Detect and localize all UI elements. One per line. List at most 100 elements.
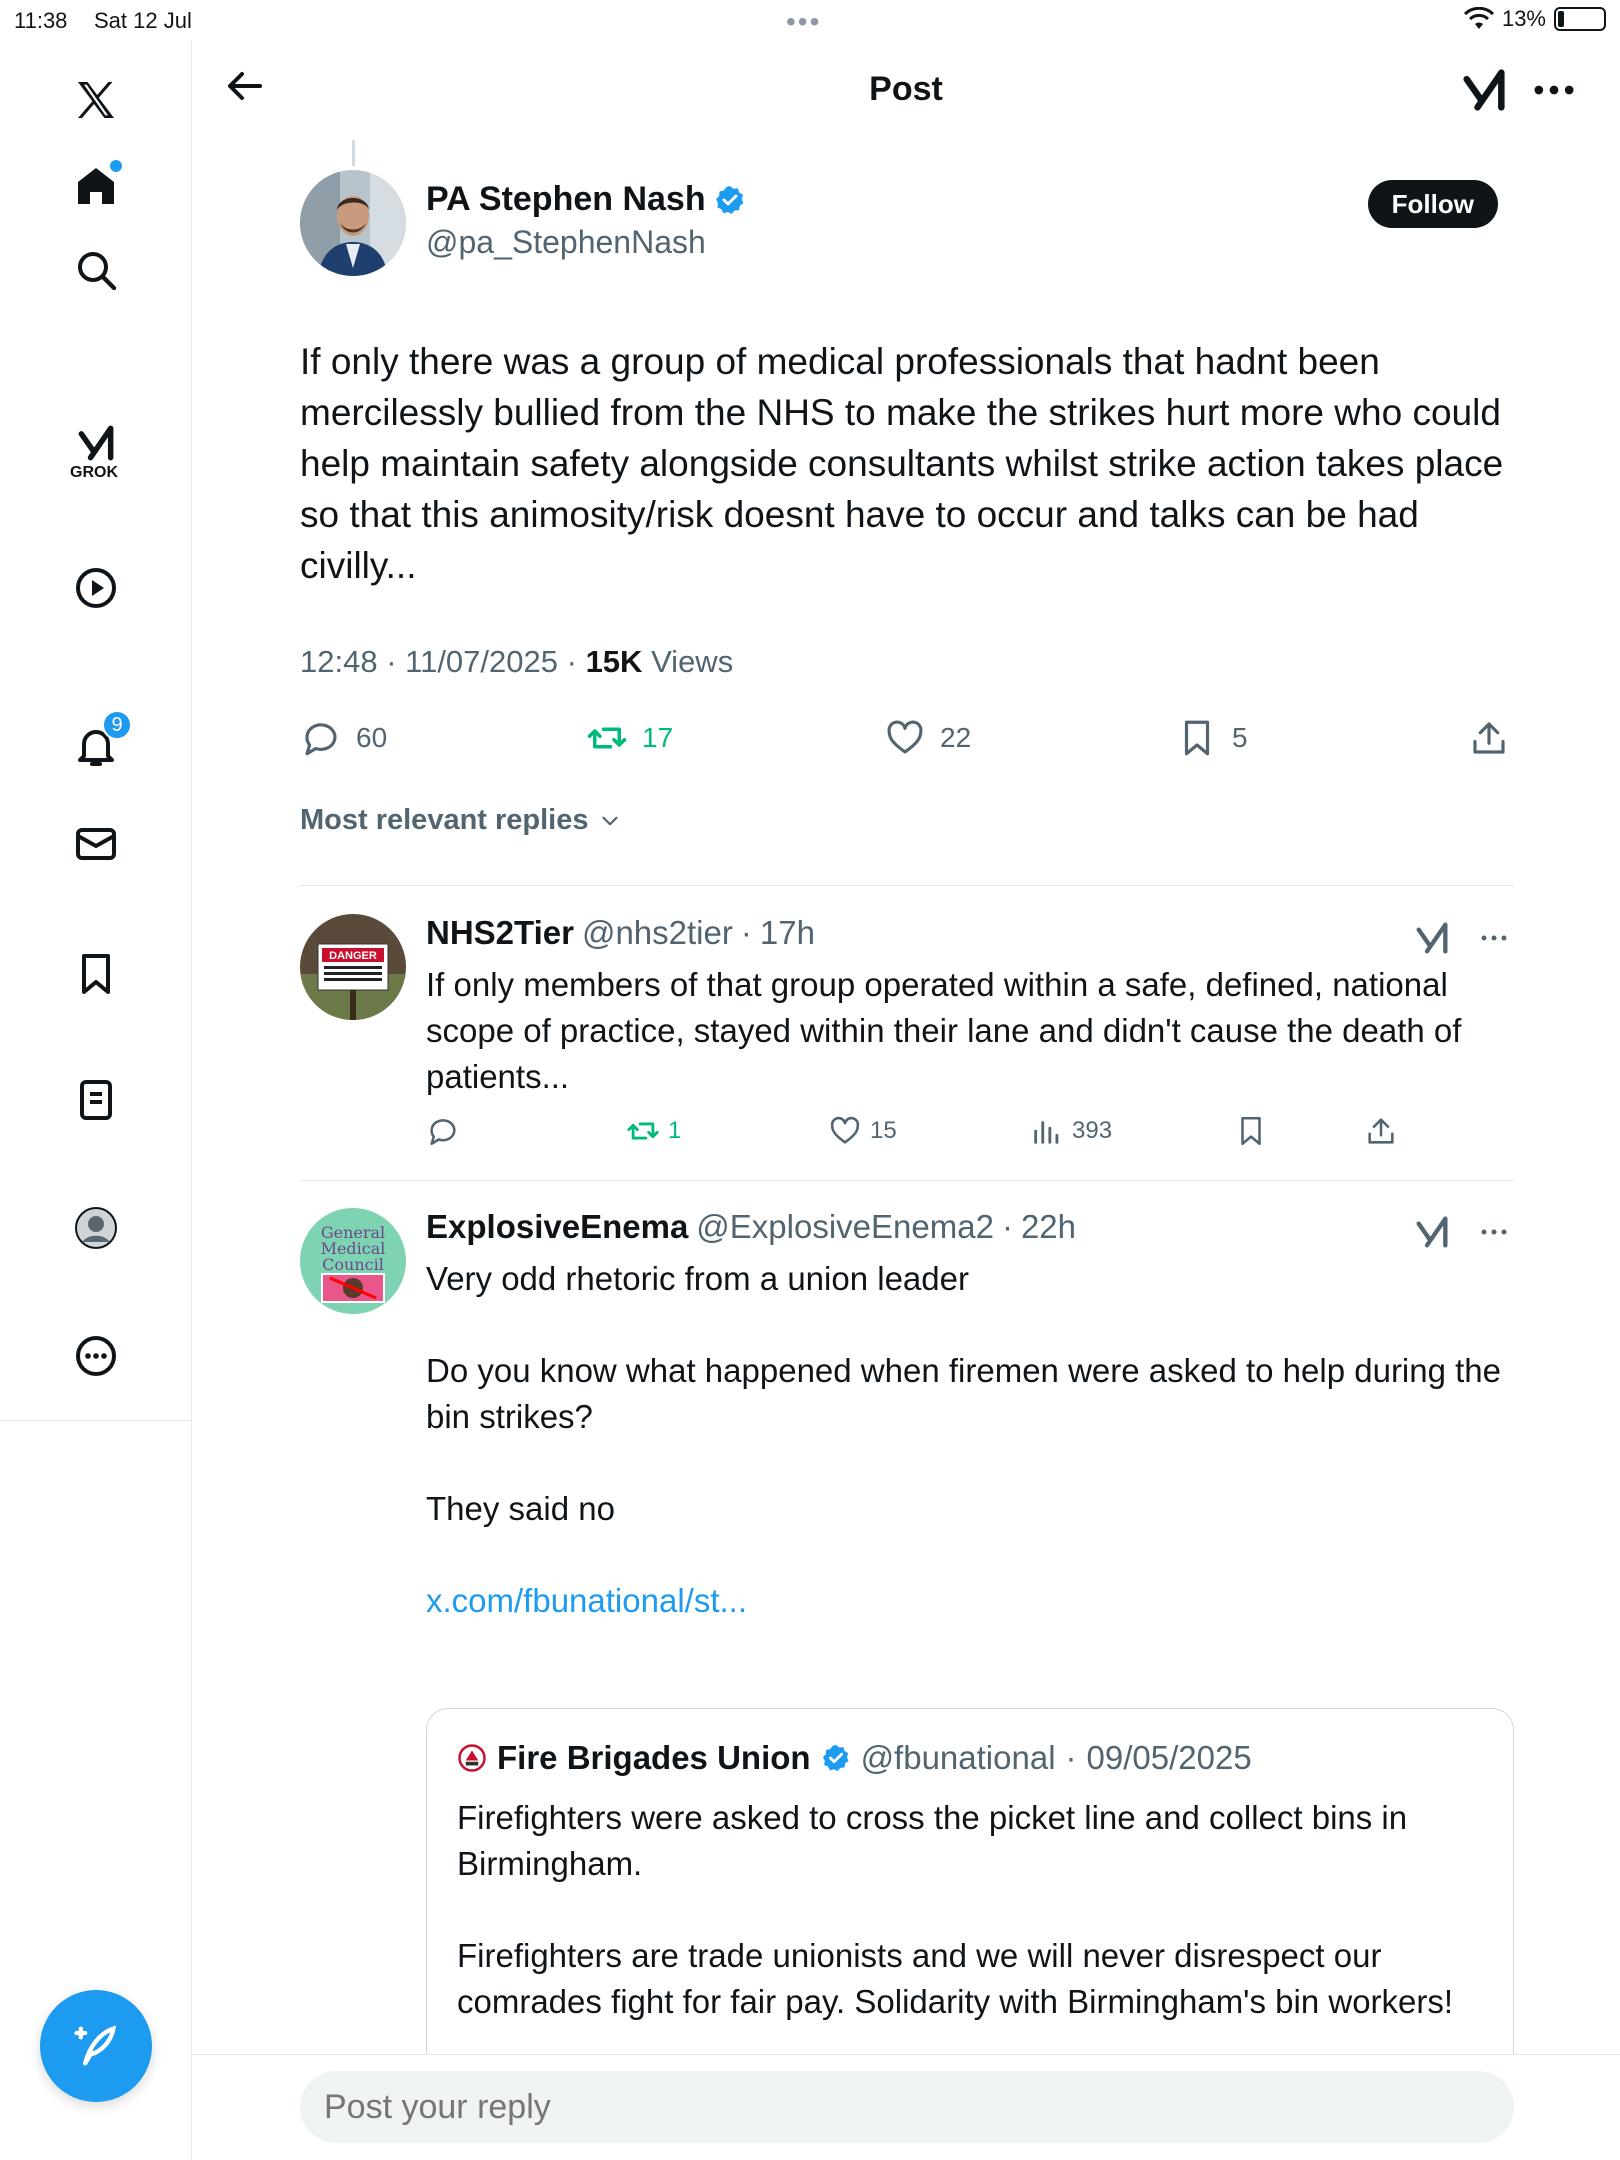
compose-post-button[interactable]	[40, 1990, 152, 2102]
repost-button[interactable]: 1	[626, 1114, 681, 1148]
wifi-icon	[1463, 7, 1494, 29]
sort-label-text: Most relevant replies	[300, 804, 589, 836]
reply-button[interactable]: 60	[300, 708, 387, 768]
thread-line	[352, 140, 355, 166]
reply-tools	[1412, 1212, 1514, 1252]
author-handle[interactable]: @pa_StephenNash	[426, 224, 706, 261]
like-button[interactable]: 15	[828, 1114, 897, 1148]
post-actions: 60 17 22 5	[300, 708, 1514, 768]
bookmark-count: 5	[1232, 722, 1248, 753]
author-avatar[interactable]	[300, 170, 406, 276]
x-logo-icon[interactable]	[66, 70, 126, 130]
reply-author-handle[interactable]: @ExplosiveEnema2	[696, 1208, 994, 1246]
views-count: 393	[1072, 1117, 1113, 1144]
messages-envelope-icon[interactable]	[66, 814, 126, 874]
reply-link[interactable]: x.com/fbunational/st...	[426, 1578, 1516, 1624]
post-meta: 12:48 · 11/07/2025 · 15K Views	[300, 644, 734, 679]
quote-date: 09/05/2025	[1086, 1739, 1252, 1776]
views-count: 15K	[585, 644, 643, 679]
more-options-icon[interactable]	[66, 1326, 126, 1386]
grok-icon[interactable]	[1412, 1212, 1452, 1252]
status-date: Sat 12 Jul	[94, 8, 192, 33]
bookmark-button[interactable]: 5	[1176, 708, 1248, 768]
notifications-bell-icon[interactable]: 9	[66, 710, 132, 776]
reply-author-handle[interactable]: @nhs2tier	[582, 914, 733, 952]
home-icon[interactable]	[66, 156, 126, 216]
follow-button[interactable]: Follow	[1367, 180, 1498, 228]
reply-actions: 1 15 393	[426, 1114, 1426, 1154]
repost-button[interactable]: 17	[586, 708, 673, 768]
reply-text: If only members of that group operated w…	[426, 966, 1462, 1095]
reply-header: ExplosiveEnema @ExplosiveEnema2 · 22h	[426, 1208, 1077, 1246]
page-title: Post	[869, 70, 943, 108]
bookmark-icon	[1241, 1116, 1261, 1146]
battery-icon	[1554, 7, 1606, 31]
reply-bubble-icon	[430, 1119, 456, 1146]
verified-badge-icon	[822, 1744, 849, 1771]
reply-age[interactable]: 17h	[760, 914, 815, 952]
compose-feather-icon	[74, 2025, 117, 2066]
heart-icon	[887, 720, 923, 754]
sidebar-nav: GROK 9	[0, 40, 192, 2160]
quote-header: Fire Brigades Union @fbunational · 09/05…	[457, 1739, 1252, 1777]
quote-paragraph: Firefighters were asked to cross the pic…	[457, 1799, 1408, 1882]
home-unread-dot	[110, 160, 122, 172]
share-button[interactable]	[1364, 1114, 1398, 1148]
reply-author-name[interactable]: NHS2Tier	[426, 914, 574, 952]
replies-sort-dropdown[interactable]: Most relevant replies	[300, 804, 623, 837]
grok-icon[interactable]: GROK	[66, 420, 126, 481]
post-date[interactable]: 11/07/2025	[405, 644, 558, 679]
reply-paragraph: They said no	[426, 1490, 615, 1527]
more-horizontal-icon[interactable]	[1474, 1212, 1514, 1252]
video-play-icon[interactable]	[66, 558, 126, 618]
reply-avatar[interactable]: DANGER	[300, 914, 406, 1020]
quote-text: Firefighters were asked to cross the pic…	[457, 1795, 1487, 2025]
reply-age[interactable]: 22h	[1021, 1208, 1076, 1246]
share-icon	[1368, 1118, 1394, 1144]
repost-count: 1	[668, 1117, 682, 1144]
reply-button[interactable]	[426, 1114, 460, 1148]
like-count: 22	[940, 722, 972, 753]
analytics-bars-icon	[1034, 1121, 1059, 1144]
views-label: Views	[651, 644, 734, 679]
bookmark-button[interactable]	[1234, 1114, 1268, 1148]
status-bar: 11:38 Sat 12 Jul ••• 13%	[0, 0, 1620, 40]
author-name-text: PA Stephen Nash	[426, 180, 706, 218]
like-count: 15	[870, 1117, 897, 1144]
verified-badge-icon	[715, 185, 743, 214]
status-time: 11:38	[14, 8, 68, 33]
reply-header: NHS2Tier @nhs2tier · 17h	[426, 914, 815, 952]
fbu-logo-icon	[458, 1744, 486, 1772]
reply-composer-bar	[192, 2054, 1620, 2160]
more-horizontal-icon[interactable]	[1528, 64, 1580, 116]
repost-count: 17	[642, 722, 674, 753]
search-icon[interactable]	[66, 240, 126, 300]
heart-icon	[830, 1116, 860, 1144]
reply-avatar[interactable]: General Medical Council	[300, 1208, 406, 1314]
repost-icon	[627, 1122, 659, 1140]
bookmark-icon	[1184, 720, 1210, 756]
reply-author-name[interactable]: ExplosiveEnema	[426, 1208, 688, 1246]
chevron-down-icon	[601, 816, 618, 825]
divider	[300, 1180, 1514, 1181]
grok-explain-icon[interactable]	[1458, 64, 1510, 116]
profile-avatar-icon[interactable]	[66, 1198, 126, 1258]
quote-author-handle: @fbunational	[860, 1739, 1056, 1776]
reply-input[interactable]	[300, 2071, 1514, 2143]
share-button[interactable]	[1468, 708, 1510, 768]
quote-author-name: Fire Brigades Union	[497, 1739, 811, 1776]
grok-icon[interactable]	[1412, 918, 1452, 958]
post-text: If only there was a group of medical pro…	[300, 341, 1504, 586]
danger-sign-text: DANGER	[329, 950, 377, 962]
lists-icon[interactable]	[66, 1070, 126, 1130]
status-right: 13%	[1463, 6, 1606, 32]
like-button[interactable]: 22	[884, 708, 971, 768]
more-horizontal-icon[interactable]	[1474, 918, 1514, 958]
bookmarks-icon[interactable]	[66, 944, 126, 1004]
post-time[interactable]: 12:48	[300, 644, 378, 679]
divider	[300, 885, 1514, 886]
gmc-text-3: Council	[322, 1255, 384, 1274]
multitasking-dots-icon[interactable]: •••	[786, 6, 821, 38]
author-name[interactable]: PA Stephen Nash	[426, 180, 746, 219]
views-button[interactable]: 393	[1030, 1114, 1112, 1148]
